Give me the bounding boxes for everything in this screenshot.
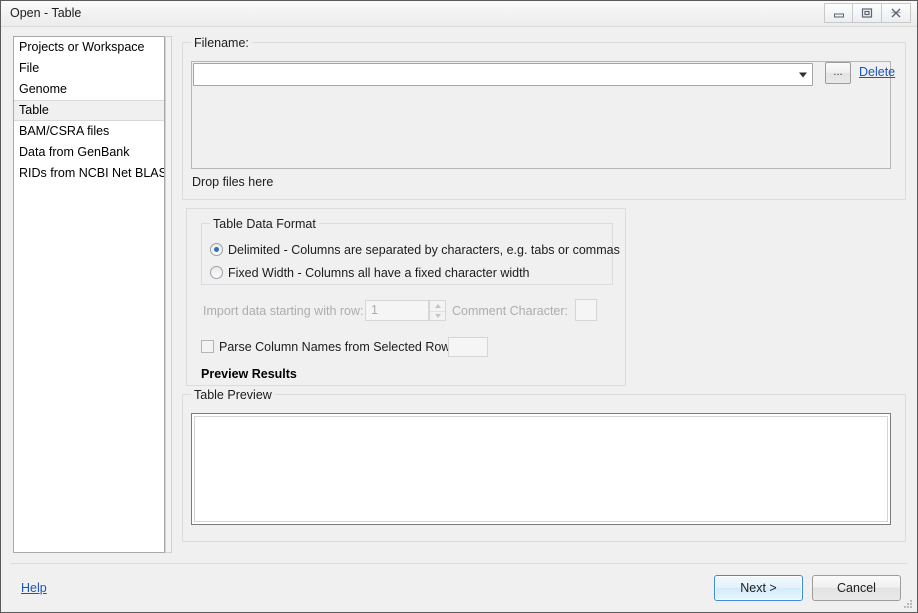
table-preview-area[interactable] (191, 413, 891, 525)
resize-grip-icon[interactable] (902, 598, 914, 610)
stepper-up-icon[interactable] (430, 301, 445, 312)
filename-combobox[interactable] (193, 63, 813, 86)
filename-group-title: Filename: (191, 36, 252, 50)
next-button[interactable]: Next > (714, 575, 803, 601)
table-preview-content[interactable] (194, 416, 888, 522)
sidebar-item-projects-or-workspace[interactable]: Projects or Workspace (14, 37, 164, 58)
close-button[interactable] (882, 3, 911, 23)
window-title: Open - Table (10, 6, 82, 20)
sidebar-item-data-from-genbank[interactable]: Data from GenBank (14, 142, 164, 163)
restore-button[interactable] (853, 3, 882, 23)
comment-character-label: Comment Character: (452, 304, 569, 318)
parse-column-names-row[interactable]: Parse Column Names from Selected Row: (201, 340, 454, 354)
file-drop-panel[interactable]: ... Delete (191, 61, 895, 169)
sidebar-item-rids-from-ncbi-net-blast[interactable]: RIDs from NCBI Net BLAST (14, 163, 164, 184)
help-link[interactable]: Help (21, 581, 47, 595)
source-type-list[interactable]: Projects or Workspace File Genome Table … (13, 36, 165, 553)
table-data-format-title: Table Data Format (210, 217, 319, 231)
sidebar-item-file[interactable]: File (14, 58, 164, 79)
sidebar-item-table[interactable]: Table (14, 100, 164, 121)
title-bar: Open - Table (1, 1, 917, 27)
window-controls (824, 3, 911, 23)
radio-delimited-icon[interactable] (210, 243, 223, 256)
import-row-label: Import data starting with row: (203, 304, 364, 318)
table-preview-group: Table Preview (182, 388, 906, 542)
stepper-down-icon[interactable] (430, 312, 445, 322)
sidebar-item-bam-csra-files[interactable]: BAM/CSRA files (14, 121, 164, 142)
parse-column-names-label: Parse Column Names from Selected Row: (219, 340, 454, 354)
comment-character-input[interactable] (575, 299, 597, 321)
footer-divider (11, 563, 908, 564)
delete-link[interactable]: Delete (859, 65, 895, 79)
radio-fixed-width-icon[interactable] (210, 266, 223, 279)
parse-column-names-input[interactable] (448, 337, 488, 357)
cancel-button[interactable]: Cancel (812, 575, 901, 601)
chevron-down-icon[interactable] (799, 72, 807, 77)
radio-option-fixed-width[interactable]: Fixed Width - Columns all have a fixed c… (210, 266, 530, 280)
filename-group: Filename: ... Delete Drop files here (182, 36, 906, 200)
radio-option-delimited[interactable]: Delimited - Columns are separated by cha… (210, 243, 620, 257)
table-data-format-group: Table Data Format Delimited - Columns ar… (201, 217, 620, 285)
right-pane: Filename: ... Delete Drop files here Tab… (178, 32, 908, 560)
drop-files-hint: Drop files here (192, 175, 274, 189)
preview-results-label: Preview Results (201, 367, 297, 381)
table-format-panel: Table Data Format Delimited - Columns ar… (186, 208, 626, 386)
parse-column-names-checkbox[interactable] (201, 340, 214, 353)
sidebar-scrollbar[interactable] (165, 36, 172, 553)
sidebar-item-genome[interactable]: Genome (14, 79, 164, 100)
import-row-stepper[interactable] (429, 300, 446, 321)
filename-input[interactable] (197, 66, 801, 85)
minimize-button[interactable] (824, 3, 853, 23)
import-row-input[interactable]: 1 (365, 300, 429, 321)
radio-fixed-width-label: Fixed Width - Columns all have a fixed c… (228, 266, 530, 280)
open-table-dialog: Open - Table Projects or Workspace File … (0, 0, 918, 613)
browse-button[interactable]: ... (825, 62, 851, 84)
radio-delimited-label: Delimited - Columns are separated by cha… (228, 243, 620, 257)
table-preview-title: Table Preview (191, 388, 275, 402)
